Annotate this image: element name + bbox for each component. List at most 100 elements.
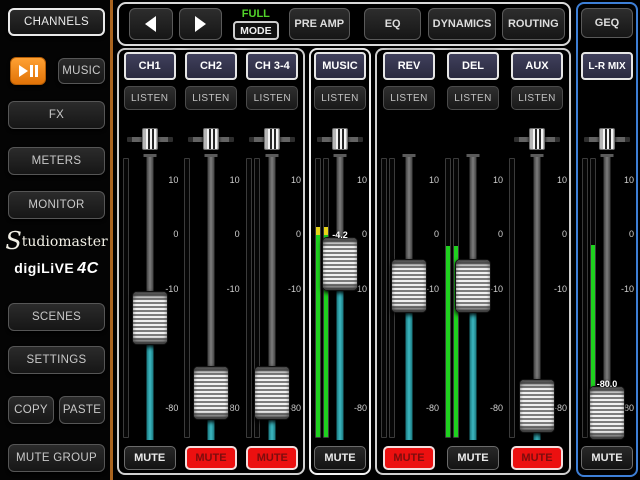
- fader-track-cap: [403, 154, 416, 157]
- meters-button[interactable]: METERS: [8, 147, 105, 175]
- fx-button[interactable]: FX: [8, 101, 105, 129]
- channel-name-button[interactable]: L-R MIX: [581, 52, 633, 80]
- level-meter: [509, 158, 515, 438]
- fader-track-upper: [604, 156, 611, 412]
- mute-button[interactable]: MUTE: [511, 446, 563, 470]
- pan-slider[interactable]: [119, 128, 180, 150]
- mute-button[interactable]: MUTE: [124, 446, 176, 470]
- channel-name-button[interactable]: CH 3-4: [246, 52, 298, 80]
- mute-button[interactable]: MUTE: [447, 446, 499, 470]
- geq-button[interactable]: GEQ: [581, 8, 633, 38]
- fader-track-cap: [531, 154, 544, 157]
- pan-knob[interactable]: [203, 128, 219, 150]
- fader-scale-label: -80: [426, 403, 439, 413]
- pan-knob[interactable]: [599, 128, 615, 150]
- mute-button[interactable]: MUTE: [581, 446, 633, 470]
- paste-button[interactable]: PASTE: [59, 396, 105, 424]
- top-toolbar: FULL MODE PRE AMP EQ DYNAMICS ROUTING: [117, 2, 571, 46]
- mute-button[interactable]: MUTE: [246, 446, 298, 470]
- pan-knob[interactable]: [332, 128, 348, 150]
- channel-name-button[interactable]: CH1: [124, 52, 176, 80]
- channel-name-button[interactable]: CH2: [185, 52, 237, 80]
- fader-knob[interactable]: [193, 366, 229, 420]
- fader-scale-label: 0: [562, 229, 567, 239]
- fader-scale-label: 10: [357, 175, 367, 185]
- fader-scale-label: -10: [554, 284, 567, 294]
- listen-button[interactable]: LISTEN: [185, 86, 237, 110]
- fader-scale-label: -80: [554, 403, 567, 413]
- pan-knob[interactable]: [529, 128, 545, 150]
- channel-name-button[interactable]: DEL: [447, 52, 499, 80]
- pan-slider[interactable]: [311, 128, 369, 150]
- channel-name-button[interactable]: REV: [383, 52, 435, 80]
- channels-button[interactable]: CHANNELS: [8, 8, 105, 36]
- level-meter: [315, 158, 321, 438]
- channel-strip-ch-3-4: CH 3-4 LISTEN 100-10-80 MUTE: [242, 50, 303, 473]
- settings-button[interactable]: SETTINGS: [8, 346, 105, 374]
- pan-slider[interactable]: [180, 128, 241, 150]
- previous-page-button[interactable]: [129, 8, 173, 40]
- fader-zone: 100-10-80: [441, 154, 505, 442]
- channel-strip-music: MUSICLISTEN100-10-80-4.2MUTE: [311, 50, 369, 473]
- pan-slider[interactable]: [505, 128, 569, 150]
- scenes-button[interactable]: SCENES: [8, 303, 105, 331]
- fader-track-upper: [534, 156, 541, 405]
- fader-knob[interactable]: [589, 386, 625, 440]
- music-player-button[interactable]: MUSIC: [58, 58, 105, 84]
- fader-scale-label: -10: [426, 284, 439, 294]
- fader-zone: 100-10-80: [119, 154, 180, 442]
- next-page-button[interactable]: [179, 8, 223, 40]
- pan-knob[interactable]: [264, 128, 280, 150]
- listen-button[interactable]: LISTEN: [314, 86, 366, 110]
- fader-knob[interactable]: [254, 366, 290, 420]
- channel-name-button[interactable]: MUSIC: [314, 52, 366, 80]
- fader-zone: 100-10-80-80.0: [578, 154, 636, 442]
- fader-scale-label: -10: [621, 284, 634, 294]
- digilive-logo: digiLiVE4C: [0, 260, 113, 278]
- channel-strip-l-r-mix: L-R MIX 100-10-80-80.0 MUTE: [578, 38, 636, 470]
- mute-button[interactable]: MUTE: [185, 446, 237, 470]
- copy-button[interactable]: COPY: [8, 396, 54, 424]
- fader-scale-label: -80: [354, 403, 367, 413]
- pan-knob[interactable]: [142, 128, 158, 150]
- level-meter: [123, 158, 129, 438]
- channel-strips-area: CH1LISTEN100-10-80MUTECH2LISTEN100-10-80…: [117, 48, 575, 477]
- studiomaster-logo: Studiomaster: [0, 234, 113, 250]
- fader-value-label: -80.0: [597, 379, 618, 389]
- mode-button[interactable]: MODE: [233, 21, 279, 40]
- listen-button[interactable]: LISTEN: [383, 86, 435, 110]
- meter-fill: [446, 246, 450, 437]
- dynamics-button[interactable]: DYNAMICS: [428, 8, 495, 40]
- mute-group-button[interactable]: MUTE GROUP: [8, 444, 105, 472]
- fader-zone: 100-10-80-4.2: [311, 154, 369, 442]
- fader-knob[interactable]: [455, 259, 491, 313]
- bus-channels-group: REVLISTEN100-10-80MUTEDELLISTEN100-10-80…: [375, 48, 571, 475]
- fader-knob[interactable]: [519, 379, 555, 433]
- mute-button[interactable]: MUTE: [383, 446, 435, 470]
- mute-button[interactable]: MUTE: [314, 446, 366, 470]
- level-meter: [445, 158, 451, 438]
- eq-button[interactable]: EQ: [364, 8, 421, 40]
- routing-button[interactable]: ROUTING: [502, 8, 565, 40]
- pan-slider[interactable]: [578, 128, 636, 150]
- pan-slider[interactable]: [242, 128, 303, 150]
- channel-name-button[interactable]: AUX: [511, 52, 563, 80]
- listen-button[interactable]: LISTEN: [447, 86, 499, 110]
- fader-scale-label: 10: [493, 175, 503, 185]
- listen-button[interactable]: LISTEN: [511, 86, 563, 110]
- listen-button[interactable]: LISTEN: [124, 86, 176, 110]
- fader-scale-label: 10: [429, 175, 439, 185]
- level-meter: [582, 158, 588, 438]
- monitor-button[interactable]: MONITOR: [8, 191, 105, 219]
- play-pause-button[interactable]: [10, 57, 46, 85]
- fader-knob[interactable]: [391, 259, 427, 313]
- fader-knob[interactable]: [322, 237, 358, 291]
- pre-amp-button[interactable]: PRE AMP: [289, 8, 350, 40]
- fader-scale-label: -80: [490, 403, 503, 413]
- level-meters: [184, 158, 190, 438]
- meter-fill: [316, 227, 320, 437]
- fader-zone: 100-10-80: [242, 154, 303, 442]
- fader-knob[interactable]: [132, 291, 168, 345]
- listen-button[interactable]: LISTEN: [246, 86, 298, 110]
- mode-toggle[interactable]: FULL MODE: [232, 8, 279, 40]
